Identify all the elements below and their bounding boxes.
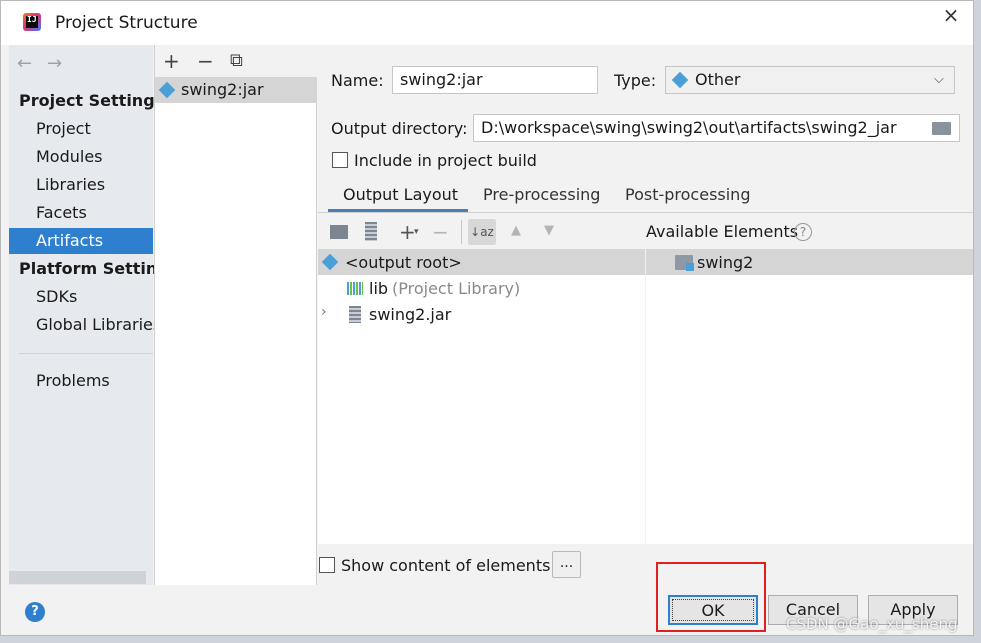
artifact-type-icon (671, 71, 689, 89)
available-elements-title: Available Elements (646, 222, 799, 241)
include-in-build-label: Include in project build (354, 151, 537, 170)
dialog-help-icon[interactable]: ? (25, 602, 45, 622)
sidebar-item-sdks[interactable]: SDKs (9, 284, 153, 310)
artifacts-list-panel: + − ⧉ swing2:jar (154, 45, 318, 585)
module-badge-icon (686, 263, 694, 271)
available-item-label: swing2 (697, 253, 754, 272)
show-content-options-button[interactable]: ... (552, 551, 581, 578)
tree-label: <output root> (345, 253, 462, 272)
library-icon (347, 282, 363, 295)
title-bar: IJ Project Structure × (1, 1, 973, 45)
output-directory-label: Output directory: (331, 119, 468, 138)
artifact-config-panel: Name: swing2:jar Type: Other ⌵ Output di… (318, 45, 973, 585)
toolbar-divider (461, 220, 462, 244)
tab-pre-processing[interactable]: Pre-processing (483, 185, 600, 204)
show-content-label: Show content of elements (341, 556, 551, 575)
intellij-app-icon: IJ (23, 13, 41, 31)
move-down-icon[interactable]: ▼ (544, 223, 554, 238)
available-item-swing2[interactable]: swing2 (646, 249, 973, 275)
add-artifact-icon[interactable]: + (163, 51, 180, 71)
sidebar-item-artifacts[interactable]: Artifacts (9, 228, 153, 254)
sidebar-item-problems[interactable]: Problems (9, 368, 153, 394)
type-value: Other (695, 70, 741, 89)
settings-sidebar: ← → Project Settings Project Modules Libr… (9, 45, 169, 585)
sidebar-item-facets[interactable]: Facets (9, 200, 153, 226)
project-settings-header: Project Settings (19, 91, 165, 110)
help-icon[interactable]: ? (794, 223, 812, 241)
artifact-name: swing2:jar (181, 80, 264, 99)
forward-arrow-icon[interactable]: → (47, 53, 77, 74)
remove-element-icon[interactable]: − (432, 220, 449, 244)
project-structure-dialog: IJ Project Structure × ← → Project Settin… (0, 0, 974, 636)
sidebar-divider (19, 353, 153, 354)
nav-arrows: ← → (17, 53, 77, 74)
watermark-text: CSDN @Gao_xu_sheng (786, 615, 958, 633)
output-layout-tree: <output root> lib (Project Library) › sw… (318, 249, 645, 544)
artifact-diamond-icon (158, 81, 176, 99)
tab-post-processing[interactable]: Post-processing (625, 185, 750, 204)
new-folder-icon[interactable] (330, 225, 348, 239)
back-arrow-icon[interactable]: ← (17, 53, 47, 74)
screen-background-right (975, 0, 981, 643)
jar-archive-icon (349, 306, 361, 323)
tree-row-lib[interactable]: lib (Project Library) (318, 275, 645, 301)
layout-toolbar: + ▾ − ↓az ▲ ▼ Available Elements ? (318, 215, 973, 249)
tree-label: lib (369, 279, 389, 298)
tree-row-jar[interactable]: › swing2.jar (318, 301, 645, 327)
screen-background-bottom (0, 637, 981, 643)
highlight-annotation-box (656, 562, 766, 632)
add-dropdown-icon[interactable]: ▾ (414, 227, 419, 237)
layout-tabs: Output Layout Pre-processing Post-proces… (318, 181, 973, 213)
sort-alphabetically-icon[interactable]: ↓az (468, 219, 496, 245)
artifact-root-icon (321, 253, 339, 271)
window-title: Project Structure (55, 13, 198, 33)
copy-artifact-icon[interactable]: ⧉ (230, 51, 243, 71)
include-in-build-checkbox[interactable] (332, 152, 348, 168)
artifacts-toolbar: + − ⧉ (155, 45, 318, 77)
sidebar-item-project[interactable]: Project (9, 116, 153, 142)
show-content-bar: Show content of elements ... (318, 544, 973, 585)
folder-browse-icon[interactable] (932, 122, 951, 135)
sidebar-item-modules[interactable]: Modules (9, 144, 153, 170)
name-field[interactable]: swing2:jar (392, 66, 598, 94)
create-archive-icon[interactable] (365, 222, 377, 241)
move-up-icon[interactable]: ▲ (511, 223, 521, 238)
tree-label: swing2.jar (369, 305, 452, 324)
name-label: Name: (331, 71, 384, 90)
tab-output-layout[interactable]: Output Layout (343, 185, 458, 204)
available-elements-tree: swing2 (646, 249, 973, 544)
sidebar-item-global-libraries[interactable]: Global Libraries (9, 312, 161, 338)
platform-settings-header: Platform Setting (19, 259, 169, 278)
output-directory-field[interactable]: D:\workspace\swing\swing2\out\artifacts\… (473, 114, 960, 142)
artifact-list-item[interactable]: swing2:jar (155, 77, 317, 103)
tree-label-suffix: (Project Library) (392, 279, 521, 298)
chevron-right-icon[interactable]: › (321, 304, 327, 320)
remove-artifact-icon[interactable]: − (197, 51, 214, 71)
tree-row-output-root[interactable]: <output root> (318, 249, 645, 275)
type-label: Type: (614, 71, 657, 90)
show-content-checkbox[interactable] (319, 557, 335, 573)
active-tab-indicator (328, 209, 468, 212)
type-select[interactable]: Other ⌵ (665, 66, 955, 94)
sidebar-horizontal-scrollbar[interactable] (9, 571, 146, 584)
chevron-down-icon: ⌵ (934, 72, 944, 87)
close-icon[interactable]: × (941, 5, 961, 25)
sidebar-item-libraries[interactable]: Libraries (9, 172, 153, 198)
